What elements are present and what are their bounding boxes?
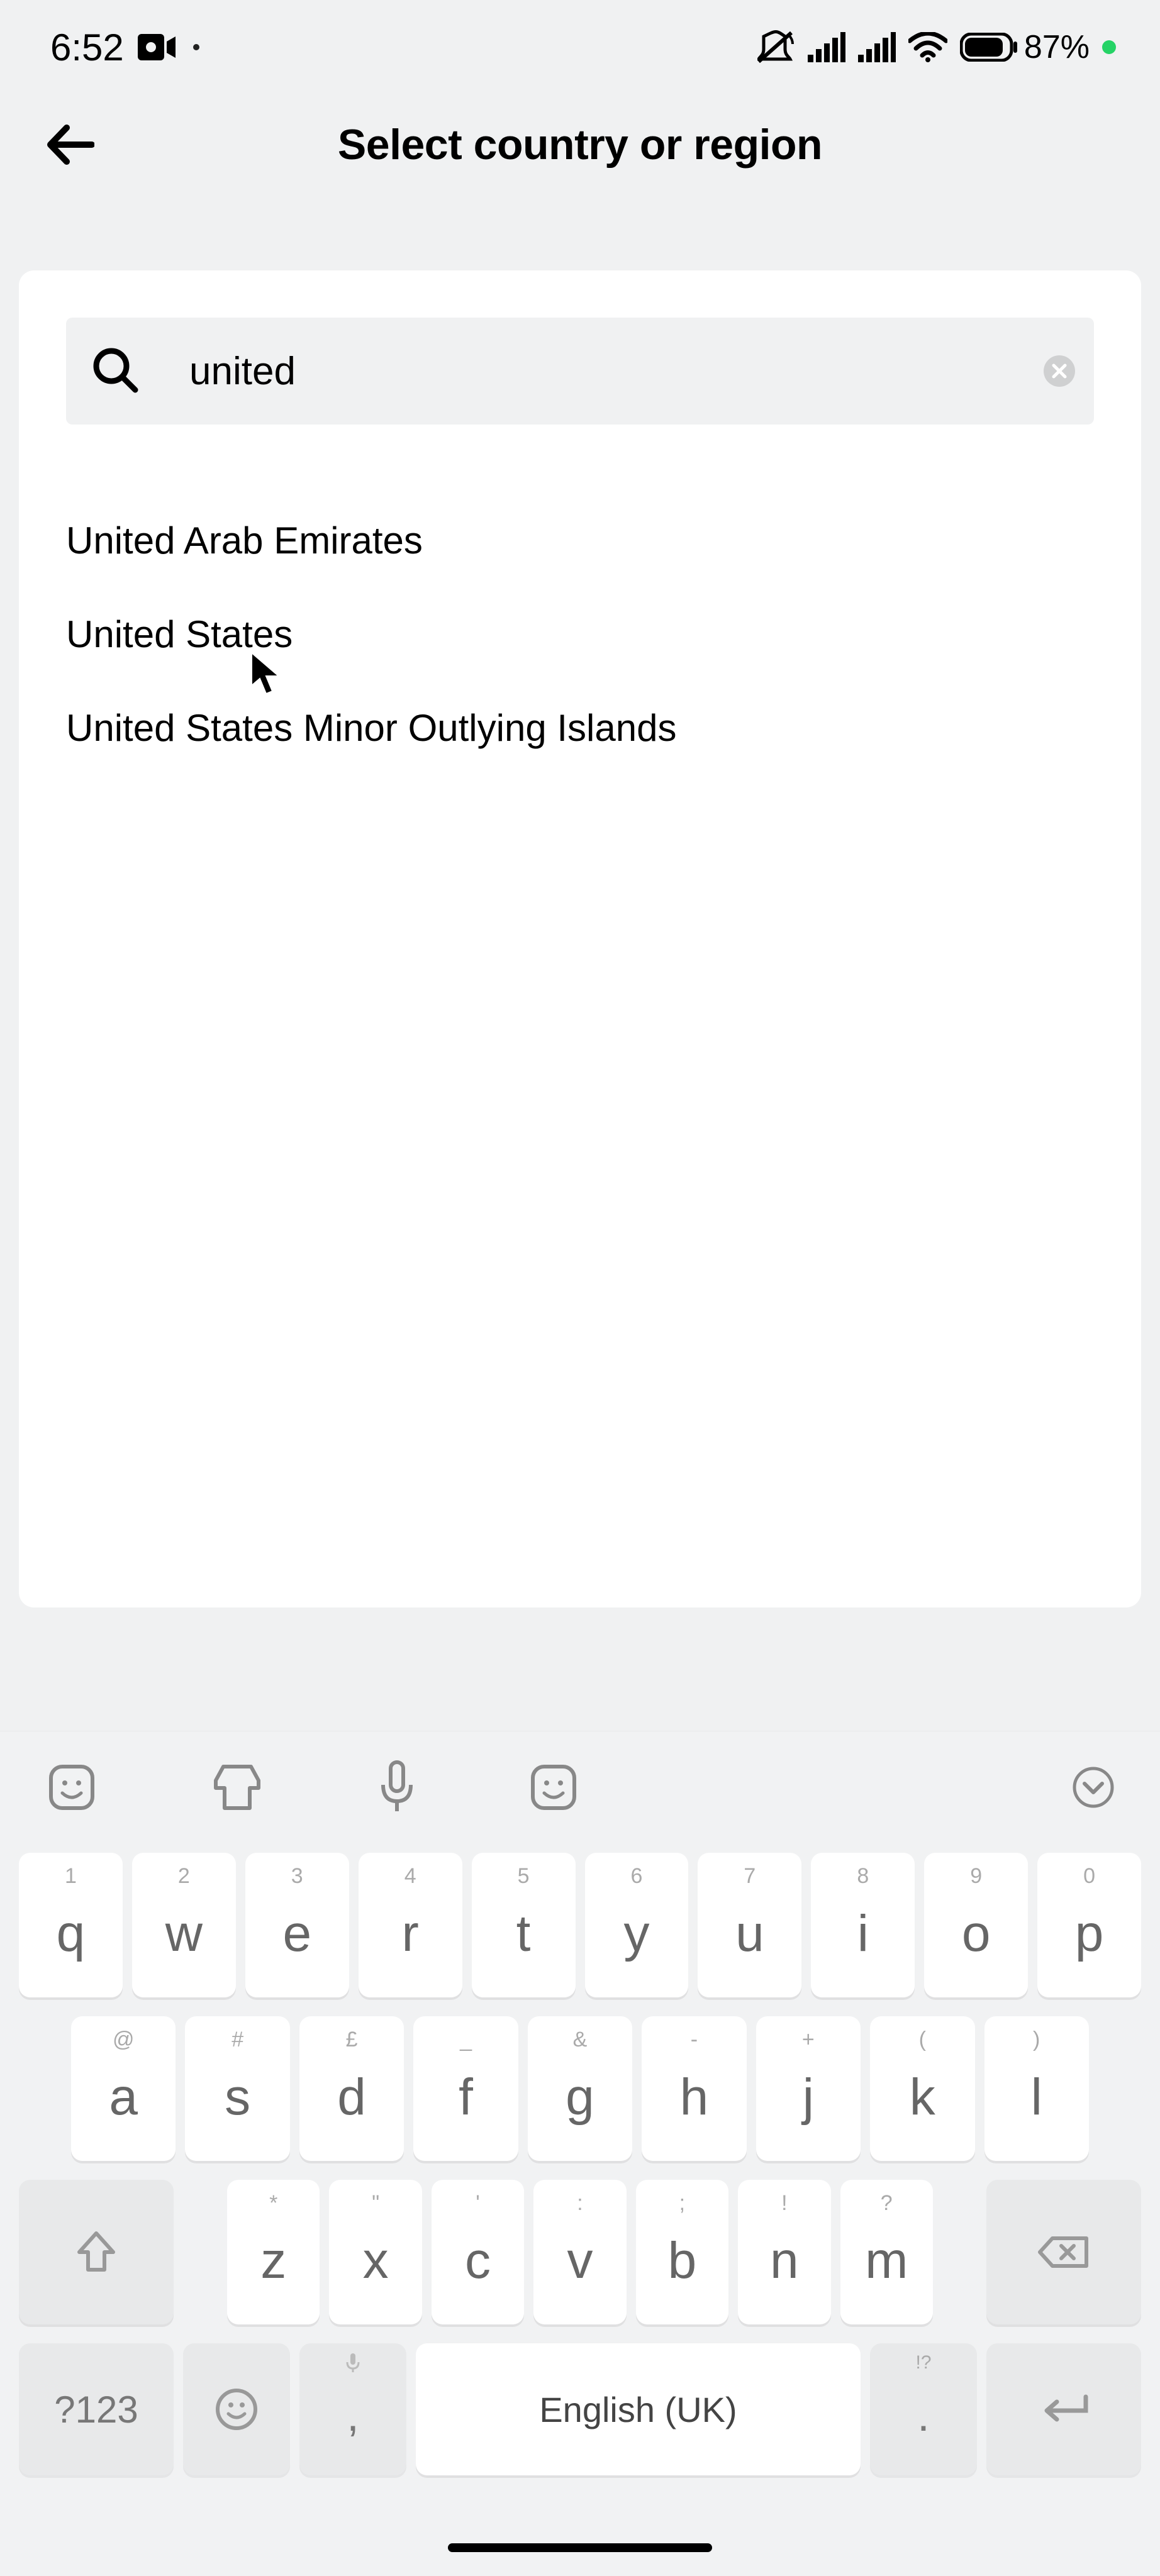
mic-icon[interactable] bbox=[378, 1760, 416, 1815]
keyboard-toolbar bbox=[0, 1731, 1160, 1840]
numbers-key[interactable]: ?123 bbox=[19, 2343, 174, 2475]
status-right: 87% bbox=[757, 28, 1116, 66]
keyboard-row-1: 1q 2w 3e 4r 5t 6y 7u 8i 9o 0p bbox=[19, 1853, 1141, 1997]
on-screen-keyboard: 1q 2w 3e 4r 5t 6y 7u 8i 9o 0p @a #s £d _… bbox=[0, 1731, 1160, 2576]
key-f[interactable]: _f bbox=[413, 2016, 518, 2161]
key-q[interactable]: 1q bbox=[19, 1853, 123, 1997]
search-icon bbox=[91, 346, 139, 397]
search-input[interactable] bbox=[189, 349, 1069, 394]
country-item-us-outlying[interactable]: United States Minor Outlying Islands bbox=[66, 681, 1094, 775]
comma-key[interactable]: , bbox=[299, 2343, 406, 2475]
key-c[interactable]: 'c bbox=[432, 2180, 524, 2324]
key-d[interactable]: £d bbox=[299, 2016, 404, 2161]
key-g[interactable]: &g bbox=[528, 2016, 632, 2161]
status-left: 6:52 bbox=[50, 26, 199, 69]
signal-icon-2 bbox=[858, 32, 896, 62]
status-dot-icon bbox=[193, 44, 199, 50]
space-key[interactable]: English (UK) bbox=[416, 2343, 861, 2475]
page-header: Select country or region bbox=[0, 94, 1160, 195]
theme-icon[interactable] bbox=[209, 1762, 265, 1813]
key-n[interactable]: !n bbox=[738, 2180, 830, 2324]
sticker-icon[interactable] bbox=[47, 1763, 96, 1812]
keyboard-row-4: ?123 , English (UK) !?. bbox=[19, 2343, 1141, 2475]
key-v[interactable]: :v bbox=[533, 2180, 626, 2324]
page-title: Select country or region bbox=[338, 120, 822, 169]
key-z[interactable]: *z bbox=[227, 2180, 320, 2324]
key-h[interactable]: -h bbox=[642, 2016, 746, 2161]
collapse-keyboard-icon[interactable] bbox=[1071, 1765, 1116, 1810]
key-u[interactable]: 7u bbox=[698, 1853, 801, 1997]
status-time: 6:52 bbox=[50, 26, 124, 69]
key-p[interactable]: 0p bbox=[1037, 1853, 1141, 1997]
key-t[interactable]: 5t bbox=[472, 1853, 576, 1997]
key-x[interactable]: "x bbox=[329, 2180, 421, 2324]
key-r[interactable]: 4r bbox=[359, 1853, 462, 1997]
back-button[interactable] bbox=[38, 113, 101, 176]
screen-record-icon bbox=[138, 34, 176, 60]
key-s[interactable]: #s bbox=[185, 2016, 289, 2161]
nav-handle-icon bbox=[448, 2543, 712, 2552]
key-j[interactable]: +j bbox=[756, 2016, 861, 2161]
emoji-icon[interactable] bbox=[529, 1763, 578, 1812]
key-y[interactable]: 6y bbox=[585, 1853, 689, 1997]
battery-indicator: 87% bbox=[960, 28, 1090, 66]
clear-search-button[interactable] bbox=[1044, 355, 1075, 387]
backspace-key[interactable] bbox=[986, 2180, 1141, 2324]
key-k[interactable]: (k bbox=[870, 2016, 974, 2161]
camera-active-dot-icon bbox=[1102, 40, 1116, 54]
key-o[interactable]: 9o bbox=[924, 1853, 1028, 1997]
content-card: United Arab Emirates United States Unite… bbox=[19, 270, 1141, 1607]
key-b[interactable]: ;b bbox=[636, 2180, 728, 2324]
keyboard-row-2: @a #s £d _f &g -h +j (k )l bbox=[19, 2016, 1141, 2161]
enter-key[interactable] bbox=[986, 2343, 1141, 2475]
key-e[interactable]: 3e bbox=[245, 1853, 349, 1997]
key-a[interactable]: @a bbox=[71, 2016, 176, 2161]
key-i[interactable]: 8i bbox=[811, 1853, 915, 1997]
period-key[interactable]: !?. bbox=[870, 2343, 977, 2475]
mic-small-icon bbox=[345, 2352, 360, 2379]
country-item-us[interactable]: United States bbox=[66, 587, 1094, 681]
search-box[interactable] bbox=[66, 318, 1094, 425]
key-m[interactable]: ?m bbox=[840, 2180, 933, 2324]
status-bar: 6:52 87% bbox=[0, 0, 1160, 94]
key-w[interactable]: 2w bbox=[132, 1853, 236, 1997]
signal-icon bbox=[808, 32, 845, 62]
battery-percent: 87% bbox=[1024, 28, 1090, 66]
shift-key[interactable] bbox=[19, 2180, 174, 2324]
country-item-uae[interactable]: United Arab Emirates bbox=[66, 494, 1094, 587]
key-l[interactable]: )l bbox=[984, 2016, 1089, 2161]
emoji-key[interactable] bbox=[183, 2343, 290, 2475]
gesture-nav-bar[interactable] bbox=[0, 2519, 1160, 2576]
keyboard-row-3: *z "x 'c :v ;b !n ?m bbox=[19, 2180, 1141, 2324]
country-list: United Arab Emirates United States Unite… bbox=[66, 494, 1094, 775]
vibrate-icon bbox=[757, 30, 795, 64]
wifi-icon bbox=[908, 32, 947, 62]
